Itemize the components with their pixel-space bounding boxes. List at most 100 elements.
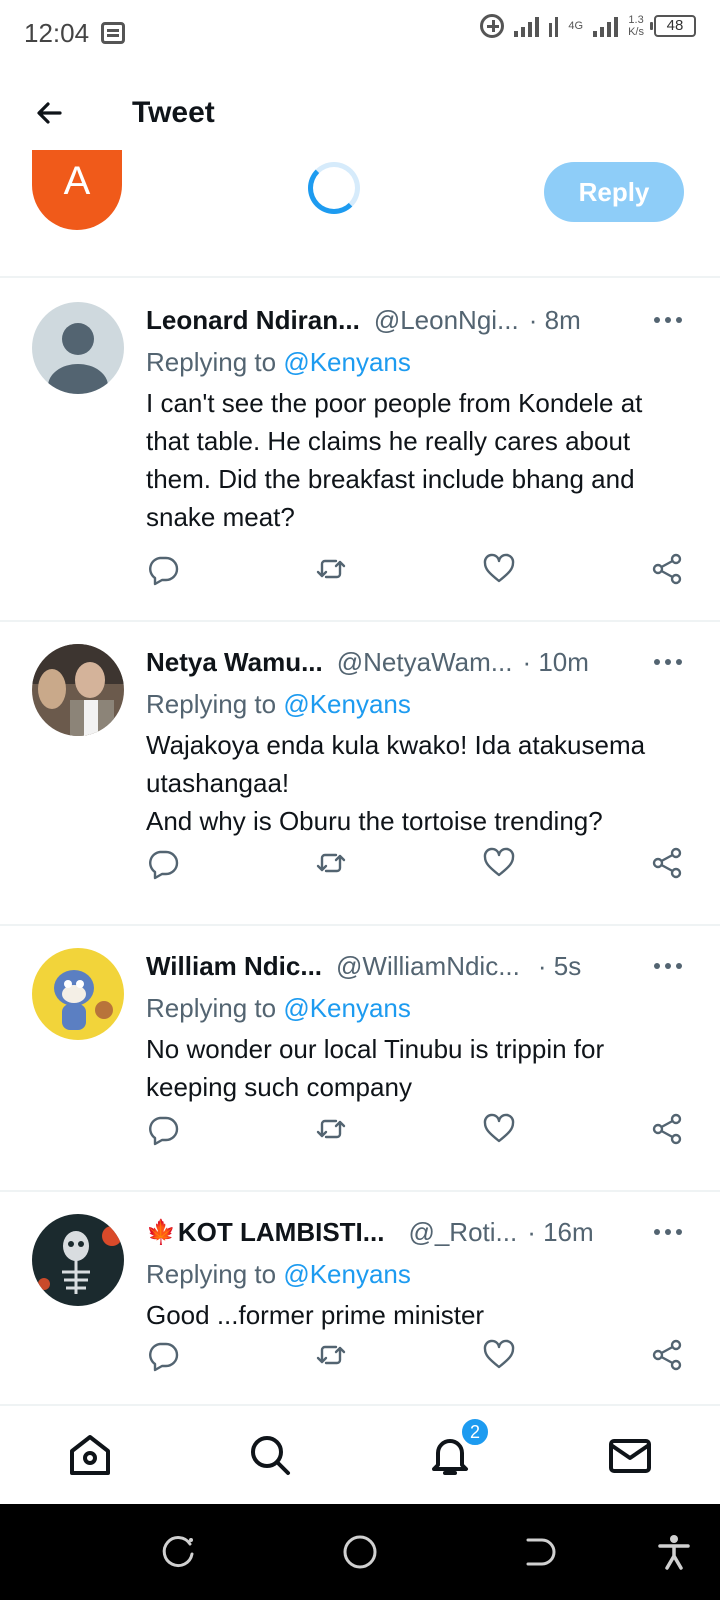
replying-prefix: Replying to	[146, 347, 277, 377]
search-icon	[251, 1436, 290, 1475]
mention-link[interactable]: @Kenyans	[283, 347, 411, 377]
replying-to: Replying to @Kenyans	[146, 1254, 684, 1294]
avatar[interactable]	[32, 644, 124, 736]
nav-home[interactable]	[66, 1431, 114, 1479]
author-handle[interactable]: @LeonNgi...	[374, 305, 519, 336]
tweet-text-line: Wajakoya enda kula kwako! Ida atakusema …	[146, 730, 646, 798]
share-button[interactable]	[650, 1112, 684, 1146]
avatar[interactable]	[32, 1214, 124, 1306]
more-options-button[interactable]	[654, 650, 684, 674]
recents-button[interactable]	[160, 1532, 200, 1572]
replying-prefix: Replying to	[146, 993, 277, 1023]
tweet-actions	[146, 846, 684, 886]
replying-to: Replying to @Kenyans	[146, 684, 684, 724]
retweet-icon	[316, 853, 346, 873]
reply-action-button[interactable]	[146, 846, 180, 880]
bottom-navigation: 2	[0, 1404, 720, 1504]
author-name[interactable]: KOT LAMBISTI...	[178, 1217, 385, 1248]
circle-home-icon	[343, 1535, 377, 1569]
tweet-actions	[146, 1112, 684, 1152]
reply-compose-row: A Reply	[0, 150, 720, 278]
status-indicators: 4G 1.3 K/s 48	[480, 14, 696, 38]
like-button[interactable]	[482, 552, 516, 586]
like-button[interactable]	[482, 1112, 516, 1146]
top-app-bar: Tweet	[0, 80, 720, 146]
share-button[interactable]	[650, 1338, 684, 1372]
tweet-item[interactable]: Netya Wamu... @NetyaWam... · 10m Replyin…	[0, 622, 720, 926]
status-bar: 12:04 4G 1.3 K/s 48	[0, 0, 720, 66]
mention-link[interactable]: @Kenyans	[283, 1259, 411, 1289]
tweet-text: No wonder our local Tinubu is trippin fo…	[146, 1034, 605, 1102]
tweet-text-line: And why is Oburu the tortoise trending?	[146, 806, 603, 836]
nav-messages[interactable]	[606, 1431, 654, 1479]
signal-icon	[514, 15, 540, 37]
tweet-item[interactable]: Leonard Ndiran... @LeonNgi... · 8m Reply…	[0, 280, 720, 622]
accessibility-button[interactable]	[654, 1532, 694, 1572]
share-button[interactable]	[650, 552, 684, 586]
like-button[interactable]	[482, 1338, 516, 1372]
like-button[interactable]	[482, 846, 516, 880]
tweet-text: Wajakoya enda kula kwako! Ida atakusema …	[146, 726, 684, 840]
share-icon	[652, 847, 682, 879]
avatar[interactable]	[32, 302, 124, 394]
speed-unit: K/s	[628, 26, 644, 38]
message-notification-icon	[101, 22, 126, 44]
signal-2-icon	[593, 15, 619, 37]
author-handle[interactable]: @NetyaWam...	[337, 647, 513, 678]
reply-button[interactable]: Reply	[544, 162, 684, 222]
page-title: Tweet	[132, 96, 215, 129]
tweet-text: I can't see the poor people from Kondele…	[146, 388, 643, 532]
retweet-button[interactable]	[314, 1112, 348, 1146]
speed-value: 1.3	[628, 14, 644, 26]
tweet-time: · 8m	[528, 304, 581, 335]
share-icon	[652, 1113, 682, 1145]
author-name[interactable]: Leonard Ndiran...	[146, 305, 360, 336]
reply-action-button[interactable]	[146, 552, 180, 586]
author-handle[interactable]: @_Roti...	[408, 1217, 517, 1248]
home-system-button[interactable]	[340, 1532, 380, 1572]
nav-notifications[interactable]: 2	[426, 1417, 490, 1479]
retweet-button[interactable]	[314, 552, 348, 586]
more-options-button[interactable]	[654, 954, 684, 978]
home-icon	[70, 1435, 110, 1475]
comment-icon	[149, 850, 179, 880]
author-handle[interactable]: @WilliamNdic...	[336, 951, 520, 982]
back-system-button[interactable]	[520, 1532, 560, 1572]
network-type-label: 4G	[568, 20, 584, 32]
author-name[interactable]: Netya Wamu...	[146, 647, 323, 678]
tweet-time: · 10m	[522, 646, 589, 677]
comment-icon	[149, 1342, 179, 1372]
mention-link[interactable]: @Kenyans	[283, 689, 411, 719]
retweet-button[interactable]	[314, 846, 348, 880]
nav-search[interactable]	[246, 1431, 294, 1479]
mention-link[interactable]: @Kenyans	[283, 993, 411, 1023]
avatar[interactable]	[32, 948, 124, 1040]
cartoon-avatar	[32, 948, 124, 1040]
retweet-icon	[316, 1345, 346, 1365]
replying-prefix: Replying to	[146, 1259, 277, 1289]
reply-action-button[interactable]	[146, 1338, 180, 1372]
loading-spinner-icon	[308, 162, 360, 214]
back-button[interactable]	[30, 93, 70, 133]
heart-icon	[483, 847, 515, 877]
messages-icon	[609, 1439, 651, 1473]
tweet-item[interactable]: 🍁 KOT LAMBISTI... @_Roti... · 16m Replyi…	[0, 1192, 720, 1404]
arrow-left-icon	[37, 102, 62, 124]
reply-action-button[interactable]	[146, 1112, 180, 1146]
replying-to: Replying to @Kenyans	[146, 342, 684, 382]
recents-icon	[162, 1536, 194, 1568]
more-options-button[interactable]	[654, 1220, 684, 1244]
share-icon	[652, 1339, 682, 1371]
replying-to: Replying to @Kenyans	[146, 988, 684, 1028]
retweet-button[interactable]	[314, 1338, 348, 1372]
tweet-actions	[146, 1338, 684, 1378]
share-button[interactable]	[650, 846, 684, 880]
share-icon	[652, 553, 682, 585]
more-options-button[interactable]	[654, 308, 684, 332]
tweet-item[interactable]: William Ndic... @WilliamNdic... · 5s Rep…	[0, 926, 720, 1192]
skeleton-avatar	[32, 1214, 124, 1306]
tweet-text: Good ...former prime minister	[146, 1300, 485, 1330]
data-transfer-icon	[549, 15, 559, 37]
user-avatar[interactable]: A	[32, 150, 122, 230]
author-name[interactable]: William Ndic...	[146, 951, 322, 982]
